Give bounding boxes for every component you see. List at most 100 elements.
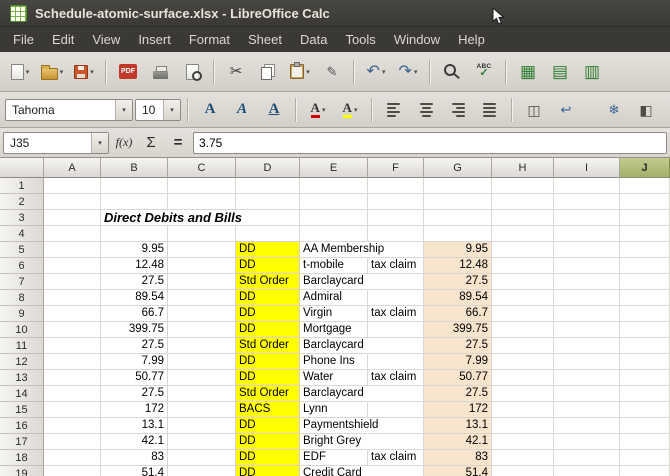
row-header-1[interactable]: 1 — [0, 178, 44, 194]
menu-item-help[interactable]: Help — [449, 29, 494, 50]
cell-E8[interactable]: Admiral — [300, 290, 368, 306]
row-header-19[interactable]: 19 — [0, 466, 44, 476]
cell-E10[interactable]: Mortgage — [300, 322, 368, 338]
row-header-16[interactable]: 16 — [0, 418, 44, 434]
column-header-G[interactable]: G — [424, 158, 492, 178]
cell-G19[interactable]: 51.4 — [424, 466, 492, 476]
cell-F12[interactable] — [368, 354, 424, 370]
cell-G14[interactable]: 27.5 — [424, 386, 492, 402]
cell-A1[interactable] — [44, 178, 101, 194]
cell-I19[interactable] — [554, 466, 620, 476]
column-header-A[interactable]: A — [44, 158, 101, 178]
cell-H4[interactable] — [492, 226, 554, 242]
cell-B19[interactable]: 51.4 — [101, 466, 168, 476]
cell-H2[interactable] — [492, 194, 554, 210]
cell-I15[interactable] — [554, 402, 620, 418]
cell-I18[interactable] — [554, 450, 620, 466]
cell-A11[interactable] — [44, 338, 101, 354]
sum-button[interactable]: Σ — [139, 131, 163, 155]
cell-F13[interactable]: tax claim — [368, 370, 424, 386]
cell-H16[interactable] — [492, 418, 554, 434]
cell-F15[interactable] — [368, 402, 424, 418]
cell-C2[interactable] — [168, 194, 236, 210]
cell-H3[interactable] — [492, 210, 554, 226]
undo-dropdown-arrow[interactable]: ▾ — [382, 68, 386, 76]
cell-A7[interactable] — [44, 274, 101, 290]
cell-A10[interactable] — [44, 322, 101, 338]
cell-C14[interactable] — [168, 386, 236, 402]
cell-I8[interactable] — [554, 290, 620, 306]
column-header-I[interactable]: I — [554, 158, 620, 178]
column-header-D[interactable]: D — [236, 158, 300, 178]
cell-C1[interactable] — [168, 178, 236, 194]
open-file-dropdown-arrow[interactable]: ▾ — [60, 68, 64, 76]
cell-E3[interactable] — [300, 210, 368, 226]
print-button[interactable] — [145, 58, 175, 86]
menu-item-file[interactable]: File — [4, 29, 43, 50]
cell-C4[interactable] — [168, 226, 236, 242]
menu-item-tools[interactable]: Tools — [336, 29, 384, 50]
cell-B7[interactable]: 27.5 — [101, 274, 168, 290]
cell-D10[interactable]: DD — [236, 322, 300, 338]
cell-F14[interactable] — [368, 386, 424, 402]
cell-J18[interactable] — [620, 450, 670, 466]
new-document-button[interactable]: ▾ — [5, 58, 35, 86]
cell-E6[interactable]: t-mobile — [300, 258, 368, 274]
cell-A4[interactable] — [44, 226, 101, 242]
open-file-button[interactable]: ▾ — [37, 58, 67, 86]
font-name-dropdown[interactable]: ▾ — [115, 99, 132, 120]
cell-H11[interactable] — [492, 338, 554, 354]
justified-button[interactable] — [475, 96, 505, 124]
cell-E5[interactable]: AA Membership — [300, 242, 384, 258]
cell-H12[interactable] — [492, 354, 554, 370]
cell-I7[interactable] — [554, 274, 620, 290]
cell-E17[interactable]: Bright Grey — [300, 434, 368, 450]
cell-E7[interactable]: Barclaycard — [300, 274, 368, 290]
cell-I6[interactable] — [554, 258, 620, 274]
cell-J12[interactable] — [620, 354, 670, 370]
cell-F2[interactable] — [368, 194, 424, 210]
font-color-button[interactable]: A ▾ — [303, 96, 333, 124]
cell-E11[interactable]: Barclaycard — [300, 338, 368, 354]
cell-E9[interactable]: Virgin — [300, 306, 368, 322]
title-bar[interactable]: Schedule-atomic-surface.xlsx - LibreOffi… — [0, 0, 670, 27]
cell-I13[interactable] — [554, 370, 620, 386]
cell-B2[interactable] — [101, 194, 168, 210]
menu-item-insert[interactable]: Insert — [129, 29, 180, 50]
cell-B8[interactable]: 89.54 — [101, 290, 168, 306]
cell-A8[interactable] — [44, 290, 101, 306]
cell-D18[interactable]: DD — [236, 450, 300, 466]
cell-B17[interactable]: 42.1 — [101, 434, 168, 450]
cell-C5[interactable] — [168, 242, 236, 258]
cell-B10[interactable]: 399.75 — [101, 322, 168, 338]
cell-D6[interactable]: DD — [236, 258, 300, 274]
cell-F7[interactable] — [368, 274, 424, 290]
cell-J15[interactable] — [620, 402, 670, 418]
cell-B5[interactable]: 9.95 — [101, 242, 168, 258]
cell-B1[interactable] — [101, 178, 168, 194]
cell-A18[interactable] — [44, 450, 101, 466]
merge-cells-button[interactable]: ◫ — [519, 96, 549, 124]
cell-D9[interactable]: DD — [236, 306, 300, 322]
cell-B6[interactable]: 12.48 — [101, 258, 168, 274]
highlighting-color-dropdown-arrow[interactable]: ▾ — [354, 106, 358, 114]
highlighting-color-button[interactable]: A ▾ — [335, 96, 365, 124]
cell-H7[interactable] — [492, 274, 554, 290]
cell-I4[interactable] — [554, 226, 620, 242]
function-wizard-button[interactable]: f(x) — [112, 131, 136, 155]
cell-G17[interactable]: 42.1 — [424, 434, 492, 450]
cell-G11[interactable]: 27.5 — [424, 338, 492, 354]
select-all-corner[interactable] — [0, 158, 44, 178]
cell-G5[interactable]: 9.95 — [424, 242, 492, 258]
align-right-button[interactable] — [443, 96, 473, 124]
insert-row-button[interactable]: ▤ — [545, 58, 575, 86]
row-header-4[interactable]: 4 — [0, 226, 44, 242]
cell-B11[interactable]: 27.5 — [101, 338, 168, 354]
cell-I9[interactable] — [554, 306, 620, 322]
align-left-button[interactable] — [379, 96, 409, 124]
cell-D8[interactable]: DD — [236, 290, 300, 306]
cell-G4[interactable] — [424, 226, 492, 242]
font-color-dropdown-arrow[interactable]: ▾ — [322, 106, 326, 114]
cell-C6[interactable] — [168, 258, 236, 274]
cell-B16[interactable]: 13.1 — [101, 418, 168, 434]
